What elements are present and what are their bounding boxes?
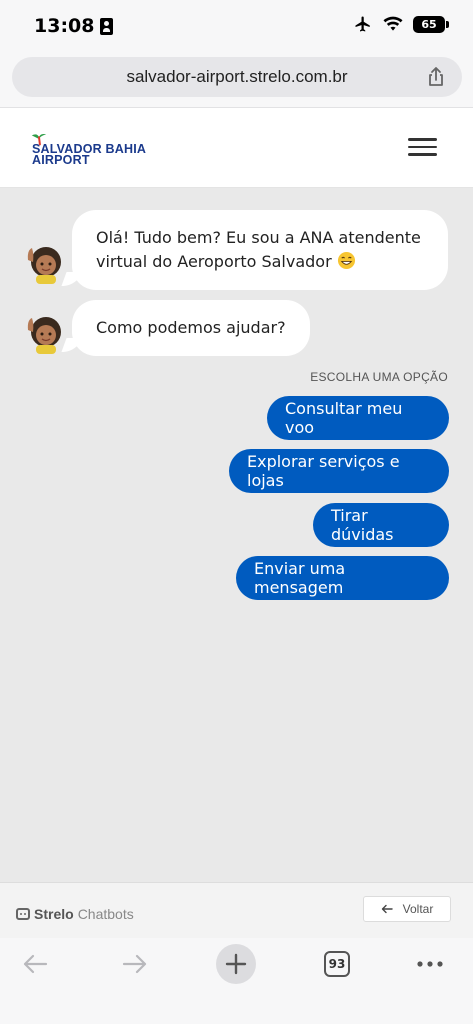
more-dots-icon [417,961,443,967]
voltar-button[interactable]: Voltar [363,896,451,922]
battery-level: 65 [421,17,437,31]
ana-avatar-icon [27,317,61,354]
more-button[interactable] [410,944,450,984]
option-enviar-mensagem-button[interactable]: Enviar uma mensagem [236,556,449,600]
airplane-icon [355,16,370,32]
battery-icon: 65 [413,15,449,33]
menu-icon[interactable] [408,138,437,158]
share-icon[interactable] [424,65,448,89]
chat-area: Olá! Tudo bem? Eu sou a ANA atendente vi… [0,188,473,882]
browser-toolbar: 93 [0,938,473,1024]
message-text: Olá! Tudo bem? Eu sou a ANA atendente vi… [96,228,421,271]
tabs-button[interactable]: 93 [317,944,357,984]
chatbot-icon [16,908,30,920]
chatbot-footer: Strelo Chatbots Voltar [0,882,473,938]
back-arrow-icon [23,954,48,974]
grinning-emoji-icon [337,251,355,270]
forward-arrow-icon [122,954,147,974]
option-tirar-duvidas-button[interactable]: Tirar dúvidas [313,503,449,547]
back-button[interactable] [15,944,55,984]
plus-icon [225,953,247,975]
new-tab-button[interactable] [216,944,256,984]
site-header: SALVADOR BAHIA AIRPORT [0,108,473,188]
tabs-count: 93 [324,951,350,977]
url-text[interactable]: salvador-airport.strelo.com.br [12,67,462,87]
browser-address-area: salvador-airport.strelo.com.br [0,52,473,108]
clock: 13:08 [34,15,95,37]
bot-message-bubble: Olá! Tudo bem? Eu sou a ANA atendente vi… [72,210,448,290]
forward-button[interactable] [115,944,155,984]
option-consultar-voo-button[interactable]: Consultar meu voo [267,396,449,440]
arrow-left-icon [381,904,393,914]
bot-message-bubble: Como podemos ajudar? [72,300,310,356]
status-bar: 13:08 65 [0,0,473,52]
contact-card-icon [100,17,114,35]
wifi-icon [383,16,403,31]
logo-text: SALVADOR BAHIA AIRPORT [32,142,147,167]
status-time: 13:08 [34,15,114,37]
brand-sub: Chatbots [77,906,134,922]
strelo-brand[interactable]: Strelo Chatbots [16,906,134,922]
status-indicators: 65 [353,15,449,33]
choose-option-label: ESCOLHA UMA OPÇÃO [310,370,448,384]
address-bar[interactable]: salvador-airport.strelo.com.br [12,57,462,97]
brand-name: Strelo [34,906,74,922]
message-text: Como podemos ajudar? [96,318,286,337]
ana-avatar-icon [27,247,61,284]
voltar-label: Voltar [402,902,434,916]
option-explorar-servicos-button[interactable]: Explorar serviços e lojas [229,449,449,493]
